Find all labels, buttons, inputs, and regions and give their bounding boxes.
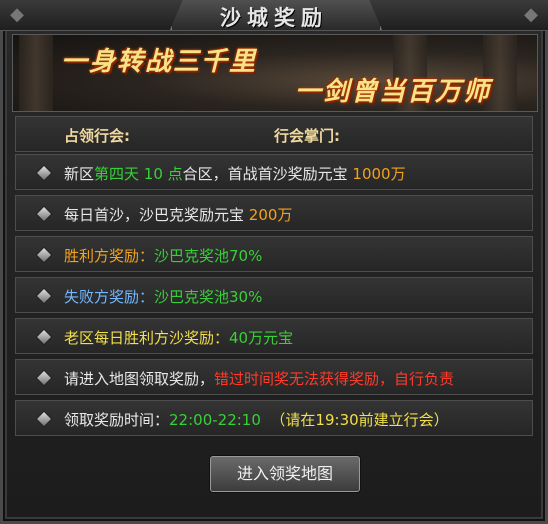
reward-text-segment: 200万 [248,206,293,224]
left-ornament-icon: ◆ [10,4,24,25]
reward-text-segment: 失败方奖励： [64,288,155,306]
reward-text: 老区每日胜利方沙奖励：40万元宝 [64,327,293,348]
reward-text-segment: 每日首沙，沙巴克奖励元宝 [64,206,249,224]
reward-text-segment: 合区，首战首沙奖励元宝 [182,165,353,183]
reward-text-segment: 第四天 10 点 [94,165,183,183]
panel-title: 沙城奖励 [220,5,328,30]
reward-row: 领取奖励时间：22:00-22:10 （请在19:30前建立行会） [15,400,533,436]
reward-text-segment: 老区每日胜利方沙奖励： [64,329,230,347]
diamond-bullet-icon [35,369,53,387]
occupying-guild-label: 占领行会: [64,127,130,145]
reward-row: 新区第四天 10 点合区，首战首沙奖励元宝 1000万 [15,154,533,190]
reward-text-segment: （请在19:30前建立行会） [260,411,449,429]
reward-row: 每日首沙，沙巴克奖励元宝 200万 [15,195,533,231]
guild-leader-label: 行会掌门: [274,127,340,145]
reward-text-segment: 沙巴克奖池70% [154,247,263,265]
reward-row: 老区每日胜利方沙奖励：40万元宝 [15,318,533,354]
diamond-bullet-icon [35,246,53,264]
reward-text-segment: 40万元宝 [229,329,294,347]
reward-text: 失败方奖励：沙巴克奖池30% [64,286,262,307]
reward-row: 请进入地图领取奖励，错过时间奖无法获得奖励，自行负责 [15,359,533,395]
banner-slogan-right: 一剑曾当百万师 [295,77,492,107]
right-ornament-icon: ◆ [524,4,538,25]
reward-text-segment: 领取奖励时间： [64,411,170,429]
reward-text: 胜利方奖励：沙巴克奖池70% [64,245,262,266]
reward-text-segment: 22:00-22:10 [169,411,261,429]
reward-text-segment: 错过时间奖无法获得奖励，自行负责 [214,370,455,388]
diamond-bullet-icon [35,410,53,428]
diamond-bullet-icon [35,164,53,182]
reward-text-segment: 请进入地图领取奖励， [64,370,215,388]
banner-slogan-left: 一身转战三千里 [61,47,258,77]
reward-text: 新区第四天 10 点合区，首战首沙奖励元宝 1000万 [64,163,406,184]
diamond-bullet-icon [35,287,53,305]
reward-text: 领取奖励时间：22:00-22:10 （请在19:30前建立行会） [64,409,449,430]
reward-text: 每日首沙，沙巴克奖励元宝 200万 [64,204,292,225]
reward-text: 请进入地图领取奖励，错过时间奖无法获得奖励，自行负责 [64,368,454,389]
reward-text-segment: 胜利方奖励： [64,247,155,265]
banner: 一身转战三千里 一剑曾当百万师 [12,34,538,112]
reward-row: 胜利方奖励：沙巴克奖池70% [15,236,533,272]
banner-pillar [19,35,53,111]
diamond-bullet-icon [35,205,53,223]
guild-info-row: 占领行会: 行会掌门: [15,116,533,152]
reward-text-segment: 1000万 [352,165,406,183]
reward-text-segment: 新区 [64,165,95,183]
reward-text-segment: 沙巴克奖池30% [154,288,263,306]
diamond-bullet-icon [35,328,53,346]
enter-reward-map-button[interactable]: 进入领奖地图 [210,456,360,492]
reward-row: 失败方奖励：沙巴克奖池30% [15,277,533,313]
